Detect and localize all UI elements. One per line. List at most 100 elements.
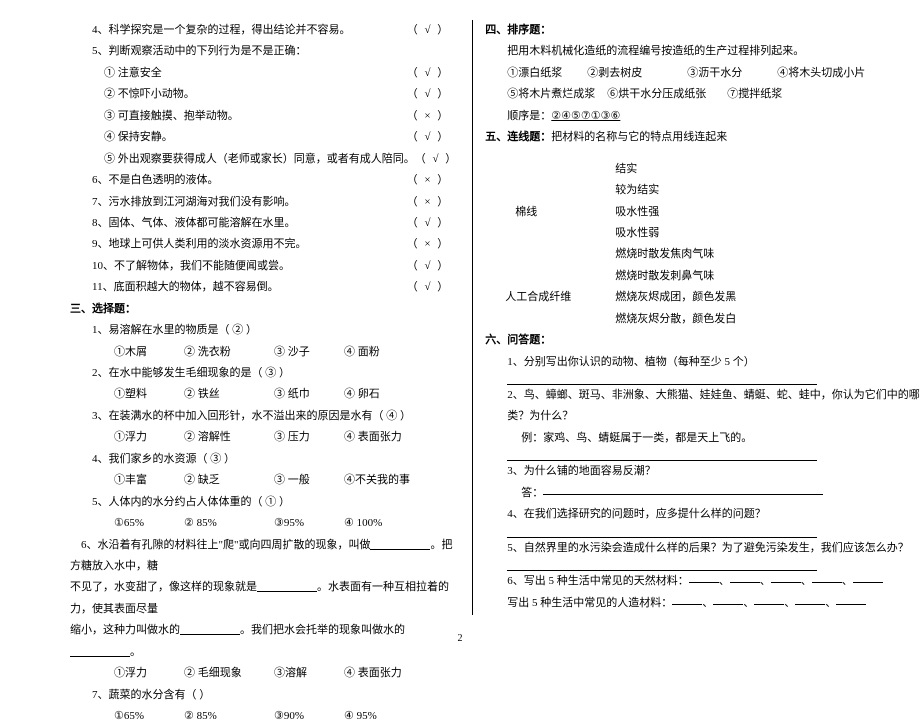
- mc-option: ④ 面粉: [344, 342, 380, 363]
- page-number: 2: [0, 633, 920, 644]
- match-row: 燃烧时散发焦肉气味: [485, 244, 920, 265]
- tf-item: 9、地球上可供人类利用的淡水资源用不完。（ × ）: [70, 234, 460, 255]
- seq-row: ⑤将木片煮烂成浆⑥烘干水分压成纸张⑦搅拌纸浆: [485, 84, 920, 105]
- tf-sub: ③ 可直接触摸、抱举动物。（ × ）: [70, 106, 460, 127]
- mc-option: ③95%: [274, 513, 344, 534]
- qa-blankline[interactable]: [485, 559, 920, 571]
- fill-blank[interactable]: [70, 645, 130, 657]
- mc-options: ①浮力② 毛细现象③溶解④ 表面张力: [70, 663, 460, 684]
- mc-option: ①浮力: [114, 663, 184, 684]
- qa-blank[interactable]: [713, 593, 743, 605]
- mc-option: ③溶解: [274, 663, 344, 684]
- section-6-head: 六、问答题：: [485, 330, 920, 351]
- tf-mark: （ √ ）: [407, 63, 461, 84]
- seq-item: ⑥烘干水分压成纸张: [607, 84, 727, 105]
- match-row: 较为结实: [485, 180, 920, 201]
- match-right: 结实: [615, 159, 637, 180]
- tf-text: ① 注意安全: [104, 63, 162, 84]
- qa-blank[interactable]: [771, 571, 801, 583]
- tf-sub: ⑤ 外出观察要获得成人（老师或家长）同意，或者有成人陪同。（ √ ）: [70, 149, 460, 170]
- mc-option: ② 溶解性: [184, 427, 274, 448]
- mc-options: ①塑料② 铁丝③ 纸巾④ 卵石: [70, 384, 460, 405]
- left-column: 4、科学探究是一个复杂的过程，得出结论并不容易。（ √ ） 5、判断观察活动中的…: [70, 20, 473, 615]
- qa-example: 例：家鸡、鸟、蜻蜓属于一类，都是天上飞的。: [485, 428, 920, 449]
- fill-text: 6、水沿着有孔隙的材料往上"爬"或向四周扩散的现象，叫做: [70, 539, 370, 551]
- qa-item: 写出 5 种生活中常见的人造材料：、、、、: [485, 593, 920, 614]
- qa-answer: 答：: [485, 483, 920, 504]
- tf-text: ④ 保持安静。: [104, 127, 173, 148]
- mc-question: 2、在水中能够发生毛细现象的是（ ③ ）: [70, 363, 460, 384]
- section-4-head: 四、排序题：: [485, 20, 920, 41]
- mc-option: ①丰富: [114, 470, 184, 491]
- tf-mark: （ × ）: [407, 106, 461, 127]
- mc-option: ② 铁丝: [184, 384, 274, 405]
- qa-blankline[interactable]: [485, 373, 920, 385]
- tf-mark: （ √ ）: [407, 256, 461, 277]
- fill-blank[interactable]: [257, 580, 317, 592]
- seq-item: ①漂白纸浆: [507, 63, 587, 84]
- fill-blank[interactable]: [370, 538, 430, 550]
- qa-blank[interactable]: [836, 593, 866, 605]
- fill-text: 。: [130, 646, 141, 658]
- match-right: 燃烧时散发焦肉气味: [615, 244, 714, 265]
- qa-blank[interactable]: [730, 571, 760, 583]
- match-right: 燃烧灰烬成团，颜色发黑: [615, 287, 736, 308]
- qa-blankline[interactable]: [485, 526, 920, 538]
- qa-blankline[interactable]: [485, 449, 920, 461]
- qa-item: 2、鸟、蟑螂、斑马、非洲象、大熊猫、娃娃鱼、蜻蜓、蛇、蛙中，你认为它们中的哪些是…: [485, 385, 920, 406]
- tf-text: 4、科学探究是一个复杂的过程，得出结论并不容易。: [92, 20, 351, 41]
- tf-mark: （ √ ）: [407, 84, 461, 105]
- qa-blank[interactable]: [853, 571, 883, 583]
- tf-text: ⑤ 外出观察要获得成人（老师或家长）同意，或者有成人陪同。: [104, 149, 415, 170]
- mc-option: ①木屑: [114, 342, 184, 363]
- mc-option: ①塑料: [114, 384, 184, 405]
- qa-blank[interactable]: [812, 571, 842, 583]
- tf-text: 11、底面积越大的物体，越不容易倒。: [92, 277, 279, 298]
- mc-option: ③ 纸巾: [274, 384, 344, 405]
- tf-item: 5、判断观察活动中的下列行为是不是正确：: [70, 41, 460, 62]
- mc-question: 5、人体内的水分约占人体体重的（ ① ）: [70, 492, 460, 513]
- match-row: 燃烧灰烬分散，颜色发白: [485, 309, 920, 330]
- tf-item: 6、不是白色透明的液体。 （ × ）: [70, 170, 460, 191]
- tf-mark: （ √ ）: [407, 127, 461, 148]
- seq-item: ⑤将木片煮烂成浆: [507, 84, 607, 105]
- mc-question: 1、易溶解在水里的物质是（ ② ）: [70, 320, 460, 341]
- section-3-head: 三、选择题：: [70, 299, 460, 320]
- tf-item: 4、科学探究是一个复杂的过程，得出结论并不容易。（ √ ）: [70, 20, 460, 41]
- tf-item: 7、污水排放到江河湖海对我们没有影响。（ × ）: [70, 192, 460, 213]
- fill-text: 不见了，水变甜了，像这样的现象就是: [70, 581, 257, 593]
- mc-option: ③ 沙子: [274, 342, 344, 363]
- qa-blank[interactable]: [543, 483, 823, 495]
- tf-text: 6、不是白色透明的液体。: [92, 170, 219, 191]
- qa-blank[interactable]: [672, 593, 702, 605]
- qa-item: 5、自然界里的水污染会造成什么样的后果？为了避免污染发生，我们应该怎么办？: [485, 538, 920, 559]
- mc-option: ④ 卵石: [344, 384, 380, 405]
- match-right: 吸水性强: [615, 202, 659, 223]
- mc-option: ③90%: [274, 706, 344, 727]
- seq-answer-value: ②④⑤⑦①③⑥: [551, 106, 620, 127]
- seq-label: 顺序是：: [507, 106, 551, 127]
- qa-item: 1、分别写出你认识的动物、植物（每种至少 5 个）: [485, 352, 920, 373]
- mc-option: ③ 压力: [274, 427, 344, 448]
- qa-blank[interactable]: [795, 593, 825, 605]
- match-left: 人工合成纤维: [485, 287, 615, 308]
- mc-option: ② 85%: [184, 513, 274, 534]
- tf-text: 5、判断观察活动中的下列行为是不是正确：: [92, 41, 307, 62]
- seq-item: ④将木头切成小片: [777, 63, 865, 84]
- mc-question: 3、在装满水的杯中加入回形针，水不溢出来的原因是水有（ ④ ）: [70, 406, 460, 427]
- seq-item: ②剥去树皮: [587, 63, 687, 84]
- match-row: 吸水性弱: [485, 223, 920, 244]
- mc-option: ④ 表面张力: [344, 427, 402, 448]
- qa-blank[interactable]: [689, 571, 719, 583]
- section-5-title: 五、连线题：: [485, 127, 551, 148]
- mc-question: 7、蔬菜的水分含有（ ）: [70, 685, 460, 706]
- mc-option: ④ 100%: [344, 513, 382, 534]
- mc-option: ④ 95%: [344, 706, 377, 727]
- section-5-head: 五、连线题：把材料的名称与它的特点用线连起来: [485, 127, 920, 148]
- qa-blank[interactable]: [754, 593, 784, 605]
- mc-options: ①浮力② 溶解性③ 压力④ 表面张力: [70, 427, 460, 448]
- tf-mark: （ × ）: [407, 170, 461, 191]
- mc-option: ② 缺乏: [184, 470, 274, 491]
- seq-answer: 顺序是：②④⑤⑦①③⑥: [485, 106, 920, 127]
- right-column: 四、排序题： 把用木料机械化造纸的流程编号按造纸的生产过程排列起来。 ①漂白纸浆…: [473, 20, 920, 615]
